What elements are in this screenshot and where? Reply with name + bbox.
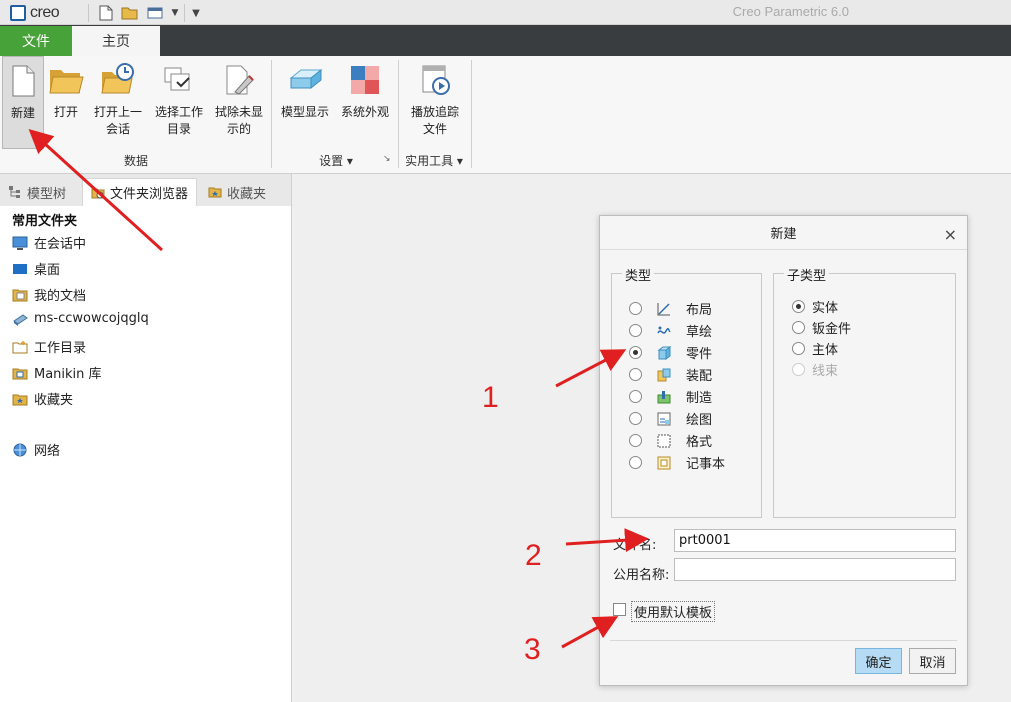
annotation-step-3: 3 (524, 633, 541, 666)
arrow-to-new-button (28, 128, 164, 252)
annotation-step-2: 2 (525, 539, 542, 572)
arrow-to-filename (565, 528, 649, 553)
arrow-to-default-template (561, 616, 619, 649)
annotation-step-1: 1 (482, 381, 499, 414)
arrow-to-part-option (555, 349, 627, 388)
annotation-arrows (28, 128, 649, 649)
